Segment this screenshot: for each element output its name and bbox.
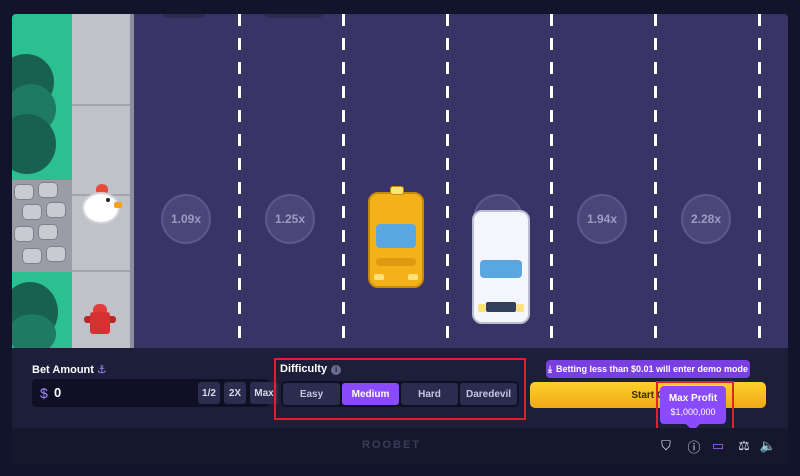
- manhole-cover: [162, 14, 206, 18]
- lane-divider: [446, 14, 449, 348]
- curb: [130, 14, 134, 348]
- game-scene: 1.09x 1.25x 1.94x 2.28x: [12, 14, 788, 348]
- half-bet-button[interactable]: 1/2: [198, 382, 220, 404]
- stone-wall: [12, 180, 72, 272]
- multiplier-cover-1[interactable]: 1.09x: [161, 194, 211, 244]
- multiplier-cover-4[interactable]: 2.28x: [681, 194, 731, 244]
- double-bet-button[interactable]: 2X: [224, 382, 246, 404]
- delivery-van: [472, 210, 530, 324]
- lane-divider: [342, 14, 345, 348]
- volume-icon[interactable]: 🔈: [760, 438, 776, 454]
- balance-icon[interactable]: ⚖: [736, 438, 752, 454]
- manhole-cover: [264, 14, 324, 18]
- display-icon[interactable]: ▭: [710, 438, 726, 454]
- info-icon[interactable]: ⓘ: [686, 438, 702, 455]
- footer-bar: ROOBET ⛉ ⓘ ▭ ⚖ 🔈: [12, 428, 788, 464]
- fire-hydrant: [84, 304, 116, 338]
- multiplier-label: 1.09x: [170, 212, 202, 226]
- roobet-logo: ROOBET: [362, 439, 422, 451]
- difficulty-highlight-box: [274, 358, 526, 420]
- sidewalk: [72, 14, 130, 348]
- download-icon: ⤓: [547, 363, 552, 374]
- multiplier-label: 2.28x: [690, 212, 722, 226]
- chicken-character: [78, 182, 122, 228]
- multiplier-cover-2[interactable]: 1.25x: [265, 194, 315, 244]
- multiplier-label: 1.94x: [586, 212, 618, 226]
- bet-amount-input[interactable]: [54, 385, 174, 400]
- bet-amount-field: $ 1/2 2X Max: [32, 379, 278, 407]
- demo-mode-notice: ⤓ Betting less than $0.01 will enter demo…: [546, 360, 750, 378]
- shield-icon[interactable]: ⛉: [658, 438, 674, 454]
- coin-icon: ⚓: [96, 364, 107, 376]
- lane-divider: [238, 14, 241, 348]
- lane-divider: [550, 14, 553, 348]
- multiplier-label: 1.25x: [274, 212, 306, 226]
- currency-symbol: $: [40, 385, 48, 401]
- lane-divider: [758, 14, 761, 348]
- game-window: 1.09x 1.25x 1.94x 2.28x Bet Amount ⚓ $ 0…: [0, 0, 800, 476]
- multiplier-cover-3[interactable]: 1.94x: [577, 194, 627, 244]
- lane-divider: [654, 14, 657, 348]
- taxi-car: [368, 186, 424, 288]
- bet-amount-label: Bet Amount ⚓: [32, 364, 107, 376]
